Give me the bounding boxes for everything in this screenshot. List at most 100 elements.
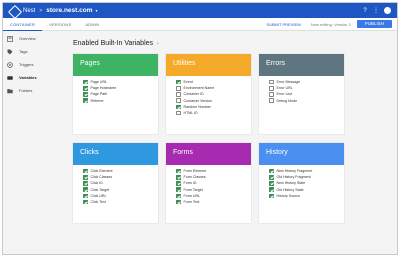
- app-window: Nest > store.nest.com ▾ ? ⋮ CONTAINER VE…: [2, 2, 398, 255]
- checkbox-icon[interactable]: [176, 199, 181, 205]
- sidebar-item-overview[interactable]: Overview: [3, 32, 61, 45]
- checkbox-icon[interactable]: [176, 110, 181, 116]
- tag-manager-logo-icon[interactable]: [9, 6, 19, 16]
- variable-card-utilities: Utilities Event Environment Name Contain…: [166, 54, 251, 134]
- checkbox-icon[interactable]: [176, 193, 181, 199]
- checkbox-icon[interactable]: [83, 168, 88, 174]
- checkbox-form-text[interactable]: Form Text: [176, 199, 251, 205]
- checkbox-icon[interactable]: [176, 104, 181, 110]
- trigger-icon: [7, 61, 13, 68]
- tab-versions[interactable]: VERSIONS: [42, 18, 78, 31]
- checkbox-referrer[interactable]: Referrer: [83, 98, 158, 104]
- checkbox-icon[interactable]: [269, 86, 274, 91]
- checkbox-icon[interactable]: [269, 168, 274, 174]
- checkbox-label: Form ID: [183, 181, 197, 186]
- card-items: Click Element Click Classes Click ID Cli…: [73, 165, 158, 205]
- checkbox-icon[interactable]: [83, 187, 88, 192]
- checkbox-label: Random Number: [183, 104, 211, 109]
- checkbox-icon[interactable]: [83, 86, 88, 91]
- card-items: Form Element Form Classes Form ID Form T…: [166, 165, 251, 205]
- card-header: Utilities: [166, 54, 251, 76]
- card-header: Clicks: [73, 143, 158, 165]
- checkbox-debug-mode[interactable]: Debug Mode: [269, 98, 344, 104]
- sidebar-item-label: Variables: [19, 75, 37, 80]
- checkbox-label: Error Message: [276, 80, 301, 85]
- card-items: Error Message Error URL Error Line Debug…: [259, 76, 344, 104]
- variable-icon: [7, 75, 13, 81]
- checkbox-icon[interactable]: [269, 92, 274, 97]
- checkbox-icon[interactable]: [176, 168, 181, 174]
- card-items: New History Fragment Old History Fragmen…: [259, 165, 344, 199]
- checkbox-icon[interactable]: [83, 199, 88, 205]
- container-selector[interactable]: store.nest.com: [46, 7, 92, 14]
- checkbox-label: Old History State: [276, 187, 304, 192]
- checkbox-history-source[interactable]: History Source: [269, 193, 344, 199]
- checkbox-label: Page Path: [90, 92, 108, 97]
- checkbox-label: Form Classes: [183, 175, 206, 180]
- publish-button[interactable]: PUBLISH: [356, 20, 392, 28]
- checkbox-icon[interactable]: [269, 193, 274, 199]
- tab-container[interactable]: CONTAINER: [3, 18, 43, 31]
- folder-icon: [7, 88, 13, 94]
- help-icon[interactable]: ?: [362, 8, 368, 14]
- checkbox-label: Error URL: [276, 86, 293, 91]
- sidebar-item-tags[interactable]: Tags: [3, 45, 61, 58]
- checkbox-label: Click URL: [90, 193, 107, 198]
- checkbox-icon[interactable]: [83, 92, 88, 97]
- checkbox-icon[interactable]: [269, 79, 274, 85]
- sidebar-item-triggers[interactable]: Triggers: [3, 58, 61, 71]
- checkbox-icon[interactable]: [176, 98, 181, 103]
- more-options-icon[interactable]: ⋮: [373, 8, 379, 14]
- overview-icon: [7, 35, 13, 42]
- checkbox-label: Error Line: [276, 92, 293, 97]
- sidebar: Overview Tags Triggers Variables Folders: [3, 32, 61, 254]
- sidebar-item-folders[interactable]: Folders: [3, 84, 61, 97]
- checkbox-label: Page Hostname: [90, 86, 117, 91]
- container-tabs: CONTAINER VERSIONS ADMIN SUBMIT PREVIEW …: [3, 18, 397, 31]
- checkbox-icon[interactable]: [269, 98, 274, 103]
- checkbox-icon[interactable]: [83, 193, 88, 199]
- checkbox-icon[interactable]: [176, 86, 181, 91]
- checkbox-icon[interactable]: [269, 181, 274, 186]
- checkbox-label: Environment Name: [183, 86, 215, 91]
- workspace-status: Now editing: Version 3: [310, 21, 351, 27]
- card-items: Page URL Page Hostname Page Path Referre…: [73, 76, 158, 104]
- checkbox-label: Click Text: [90, 200, 106, 205]
- checkbox-icon[interactable]: [176, 79, 181, 85]
- checkbox-icon[interactable]: [83, 175, 88, 180]
- checkbox-html-id[interactable]: HTML ID: [176, 110, 251, 116]
- checkbox-icon[interactable]: [269, 175, 274, 180]
- checkbox-icon[interactable]: [269, 187, 274, 192]
- checkbox-click-text[interactable]: Click Text: [83, 199, 158, 205]
- checkbox-icon[interactable]: [176, 181, 181, 186]
- checkbox-label: Form Element: [183, 169, 207, 174]
- checkbox-icon[interactable]: [83, 79, 88, 85]
- variable-card-forms: Forms Form Element Form Classes Form ID …: [166, 143, 251, 223]
- checkbox-label: Click Target: [90, 187, 110, 192]
- avatar[interactable]: [384, 7, 391, 14]
- chevron-down-icon[interactable]: ▾: [96, 8, 98, 13]
- sidebar-item-label: Tags: [19, 49, 28, 54]
- chevron-right-icon[interactable]: ›: [157, 41, 159, 47]
- sidebar-item-variables[interactable]: Variables: [3, 71, 61, 84]
- tab-admin[interactable]: ADMIN: [78, 18, 106, 31]
- checkbox-label: Click Classes: [90, 175, 113, 180]
- checkbox-icon[interactable]: [176, 92, 181, 97]
- tag-icon: [7, 49, 13, 55]
- top-app-bar: Nest > store.nest.com ▾ ? ⋮: [3, 3, 397, 18]
- checkbox-label: Referrer: [90, 98, 104, 103]
- variable-card-history: History New History Fragment Old History…: [259, 143, 344, 223]
- checkbox-icon[interactable]: [83, 181, 88, 186]
- card-header: Forms: [166, 143, 251, 165]
- checkbox-label: Debug Mode: [276, 98, 298, 103]
- submit-preview-link[interactable]: SUBMIT PREVIEW: [266, 22, 301, 27]
- checkbox-icon[interactable]: [176, 187, 181, 192]
- sidebar-item-label: Folders: [19, 88, 33, 93]
- checkbox-icon[interactable]: [83, 98, 88, 103]
- sidebar-item-label: Overview: [19, 36, 36, 41]
- checkbox-label: Form URL: [183, 193, 201, 198]
- checkbox-label: Click Element: [90, 169, 113, 174]
- checkbox-icon[interactable]: [176, 175, 181, 180]
- account-name[interactable]: Nest: [23, 8, 35, 14]
- checkbox-label: Container Version: [183, 98, 213, 103]
